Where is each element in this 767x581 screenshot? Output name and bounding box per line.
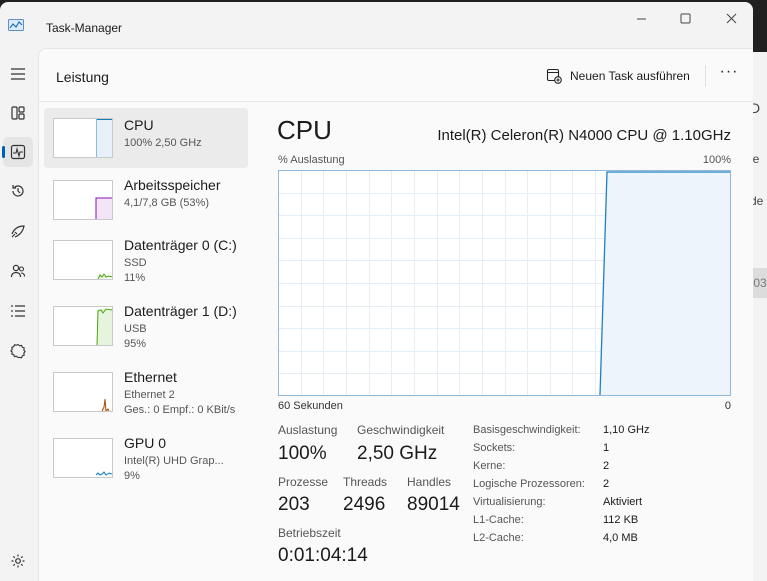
sidebar-item-detail: SSD: [124, 257, 147, 269]
menu-icon: [11, 68, 25, 80]
graph-x-left-label: 60 Sekunden: [278, 400, 343, 412]
mini-graph: [53, 240, 113, 280]
processes-label: Prozesse: [278, 475, 329, 489]
uptime-value: 0:01:04:14: [278, 545, 368, 566]
sidebar-item-title: Arbeitsspeicher: [124, 177, 221, 193]
mini-graph: [53, 118, 113, 158]
speed-label: Geschwindigkeit: [357, 423, 445, 437]
sidebar-item-cpu[interactable]: CPU 100% 2,50 GHz: [44, 108, 248, 168]
threads-value: 2496: [343, 494, 386, 515]
sidebar-item-title: Datenträger 1 (D:): [124, 303, 237, 319]
window-title: Task-Manager: [46, 21, 123, 35]
utilization-value: 100%: [278, 443, 327, 464]
page-header: Leistung Neuen Task ausführen ···: [39, 49, 753, 102]
graph-max-label: 100%: [702, 154, 731, 166]
performance-icon: [10, 144, 26, 160]
cpu-model-name: Intel(R) Celeron(R) N4000 CPU @ 1.10GHz: [437, 127, 731, 144]
services-icon: [10, 343, 26, 359]
mini-graph: [53, 372, 113, 412]
info-label: Logische Prozessoren:: [473, 478, 585, 490]
page-title: Leistung: [56, 69, 109, 85]
startup-icon: [11, 225, 25, 238]
header-separator: [705, 65, 706, 87]
mini-graph: [53, 306, 113, 346]
nav-details[interactable]: [3, 296, 33, 326]
sidebar-item-detail: 11%: [124, 272, 146, 284]
speed-value: 2,50 GHz: [357, 443, 438, 464]
info-value: 1,10 GHz: [603, 424, 650, 436]
graph-y-label: % Auslastung: [278, 154, 345, 166]
handles-value: 89014: [407, 494, 460, 515]
nav-users[interactable]: [3, 256, 33, 286]
processes-value: 203: [278, 494, 310, 515]
info-value: 112 KB: [603, 514, 639, 526]
cpu-area-fill: [600, 172, 730, 395]
menu-button[interactable]: [3, 59, 33, 89]
performance-page: Leistung Neuen Task ausführen ··· CPU 100…: [38, 48, 753, 581]
info-value: Aktiviert: [603, 496, 643, 508]
sidebar-item-title: Datenträger 0 (C:): [124, 237, 237, 253]
graph-x-right-label: 0: [724, 400, 731, 412]
sidebar-item-disk-0[interactable]: Datenträger 0 (C:) SSD 11%: [44, 228, 248, 288]
sidebar-item-detail: 95%: [124, 338, 147, 350]
sidebar-item-title: CPU: [124, 117, 154, 133]
close-icon: [726, 13, 736, 24]
title-bar[interactable]: Task-Manager: [0, 2, 753, 48]
close-button[interactable]: [718, 10, 744, 30]
maximize-icon: [680, 13, 690, 24]
handles-label: Handles: [407, 475, 452, 489]
info-value: 1: [603, 442, 610, 454]
new-task-button[interactable]: Neuen Task ausführen: [546, 67, 690, 85]
task-manager-window: Task-Manager Leistung Neuen Task ausführ…: [0, 2, 753, 581]
details-icon: [11, 305, 25, 317]
sidebar-item-gpu[interactable]: GPU 0 Intel(R) UHD Grap... 9%: [44, 426, 248, 486]
cpu-utilization-graph: [278, 170, 731, 396]
threads-label: Threads: [343, 475, 388, 489]
sidebar-item-disk-1[interactable]: Datenträger 1 (D:) USB 95%: [44, 294, 248, 354]
settings-icon: [11, 554, 25, 568]
sidebar-item-title: GPU 0: [124, 435, 167, 451]
info-value: 2: [603, 478, 610, 490]
more-options-button[interactable]: ···: [719, 64, 739, 85]
sidebar-item-ethernet[interactable]: Ethernet Ethernet 2 Ges.: 0 Empf.: 0 KBit/…: [44, 360, 248, 420]
users-icon: [10, 264, 26, 278]
mini-graph: [53, 180, 113, 220]
sidebar-item-detail: 100% 2,50 GHz: [124, 137, 202, 149]
info-label: L1-Cache:: [473, 514, 524, 526]
info-label: Basisgeschwindigkeit:: [473, 424, 581, 436]
info-value: 4,0 MB: [603, 532, 638, 544]
processes-icon: [11, 106, 25, 120]
info-label: Kerne:: [473, 460, 506, 472]
mini-graph: [53, 438, 113, 478]
nav-app-history[interactable]: [3, 176, 33, 206]
cpu-heading: CPU: [277, 115, 332, 145]
sidebar-item-title: Ethernet: [124, 369, 177, 385]
info-label: L2-Cache:: [473, 532, 524, 544]
sidebar-item-detail: USB: [124, 323, 147, 335]
sidebar-item-detail: Ges.: 0 Empf.: 0 KBit/s: [124, 404, 236, 416]
sidebar-item-detail: Intel(R) UHD Grap...: [124, 455, 224, 467]
nav-services[interactable]: [3, 336, 33, 366]
app-history-icon: [12, 185, 24, 197]
sidebar-item-detail: 4,1/7,8 GB (53%): [124, 197, 209, 209]
nav-performance[interactable]: [2, 137, 33, 167]
info-label: Virtualisierung:: [473, 496, 546, 508]
maximize-button[interactable]: [672, 10, 698, 30]
nav-processes[interactable]: [3, 98, 33, 128]
task-manager-app-icon: [8, 19, 24, 31]
info-value: 2: [603, 460, 610, 472]
sidebar-item-memory[interactable]: Arbeitsspeicher 4,1/7,8 GB (53%): [44, 168, 248, 228]
utilization-label: Auslastung: [278, 423, 338, 437]
sidebar-item-detail: Ethernet 2: [124, 389, 175, 401]
new-task-icon: [546, 68, 562, 84]
sidebar-item-detail: 9%: [124, 470, 140, 482]
uptime-label: Betriebszeit: [278, 526, 341, 540]
minimize-button[interactable]: [628, 10, 654, 30]
navigation-rail: [0, 48, 38, 581]
nav-startup[interactable]: [3, 216, 33, 246]
nav-settings[interactable]: [3, 546, 33, 576]
new-task-label: Neuen Task ausführen: [570, 69, 690, 83]
minimize-icon: [636, 18, 646, 20]
info-label: Sockets:: [473, 442, 516, 454]
